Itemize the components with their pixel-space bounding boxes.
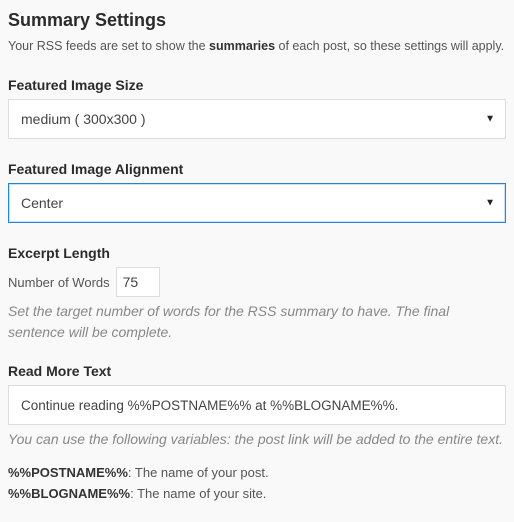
image-align-select[interactable]: Center ▼: [8, 183, 506, 223]
readmore-label: Read More Text: [8, 363, 506, 379]
chevron-down-icon: ▼: [485, 198, 495, 209]
readmore-help: You can use the following variables: the…: [8, 431, 506, 447]
words-label: Number of Words: [8, 275, 110, 290]
excerpt-length-label: Excerpt Length: [8, 245, 506, 261]
image-align-value: Center: [21, 195, 63, 211]
section-title: Summary Settings: [8, 10, 506, 31]
image-size-select[interactable]: medium ( 300x300 ) ▼: [8, 99, 506, 139]
var-blogname-key: %%BLOGNAME%%: [8, 486, 130, 501]
image-align-label: Featured Image Alignment: [8, 161, 506, 177]
words-input[interactable]: [116, 267, 160, 297]
image-size-label: Featured Image Size: [8, 77, 506, 93]
excerpt-help: Set the target number of words for the R…: [8, 301, 506, 343]
intro-bold: summaries: [209, 39, 275, 53]
intro-pre: Your RSS feeds are set to show the: [8, 39, 209, 53]
readmore-input[interactable]: [8, 385, 506, 425]
intro-text: Your RSS feeds are set to show the summa…: [8, 39, 506, 53]
var-postname: %%POSTNAME%%: The name of your post.: [8, 465, 506, 480]
chevron-down-icon: ▼: [485, 114, 495, 125]
var-postname-desc: : The name of your post.: [128, 465, 269, 480]
var-blogname: %%BLOGNAME%%: The name of your site.: [8, 486, 506, 501]
intro-post: of each post, so these settings will app…: [275, 39, 504, 53]
var-postname-key: %%POSTNAME%%: [8, 465, 128, 480]
image-size-value: medium ( 300x300 ): [21, 111, 146, 127]
var-blogname-desc: : The name of your site.: [130, 486, 266, 501]
